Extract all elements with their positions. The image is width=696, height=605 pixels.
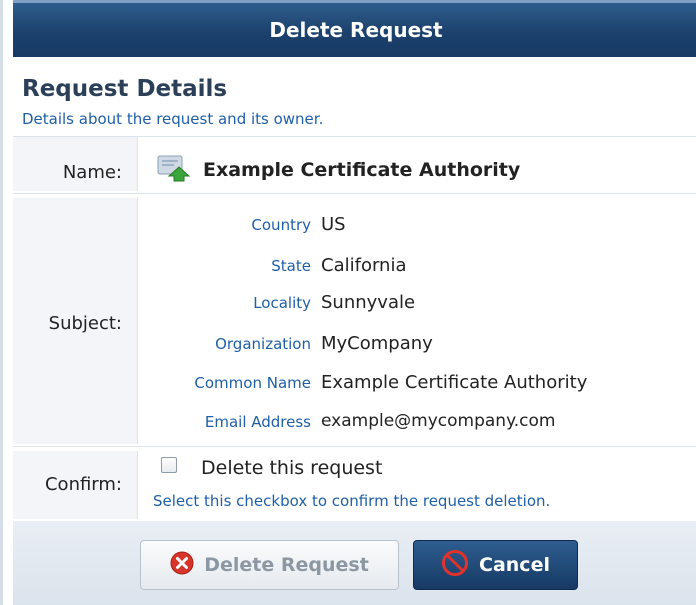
cancel-button[interactable]: Cancel <box>413 540 578 590</box>
cancel-icon <box>441 549 469 582</box>
section-subtitle: Details about the request and its owner. <box>22 110 324 128</box>
delete-confirm-checkbox-label[interactable]: Delete this request <box>201 457 382 479</box>
subject-value-email: example@mycompany.com <box>321 411 556 431</box>
delete-request-button-label: Delete Request <box>204 554 369 576</box>
subject-key-country: Country <box>251 216 311 234</box>
confirm-hint: Select this checkbox to confirm the requ… <box>153 492 551 510</box>
delete-confirm-checkbox[interactable] <box>161 457 177 473</box>
subject-key-locality: Locality <box>253 294 311 312</box>
divider <box>13 446 696 447</box>
name-value-text: Example Certificate Authority <box>203 159 521 181</box>
confirm-label: Confirm: <box>44 474 122 495</box>
name-label: Name: <box>62 162 122 183</box>
delete-request-dialog: Delete Request Request Details Details a… <box>0 0 696 605</box>
subject-value-state: California <box>321 255 407 276</box>
delete-x-icon <box>170 551 194 580</box>
subject-label: Subject: <box>48 313 122 334</box>
cancel-button-label: Cancel <box>479 554 550 576</box>
subject-key-email: Email Address <box>204 413 311 431</box>
subject-value-country: US <box>321 214 346 235</box>
subject-key-common-name: Common Name <box>194 374 311 392</box>
divider <box>13 193 696 194</box>
subject-key-state: State <box>271 257 311 275</box>
certificate-icon <box>155 154 193 186</box>
subject-key-organization: Organization <box>215 335 311 353</box>
subject-value-locality: Sunnyvale <box>321 292 416 313</box>
section-title: Request Details <box>22 76 228 102</box>
subject-value-common-name: Example Certificate Authority <box>321 372 588 393</box>
divider <box>137 198 138 444</box>
dialog-title: Delete Request <box>13 0 696 57</box>
delete-request-button[interactable]: Delete Request <box>140 540 399 590</box>
divider <box>137 137 138 191</box>
name-value: Example Certificate Authority <box>155 154 520 186</box>
divider <box>137 451 138 519</box>
subject-value-organization: MyCompany <box>321 333 433 354</box>
